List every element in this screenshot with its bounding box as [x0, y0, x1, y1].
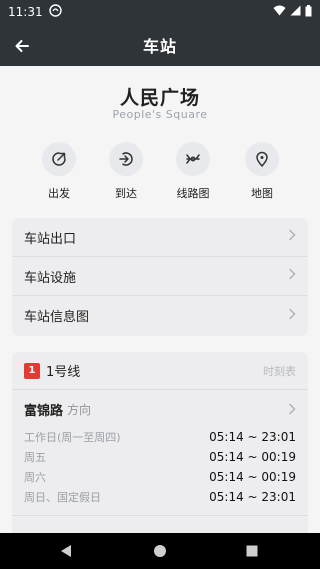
chevron-right-icon	[288, 229, 296, 245]
arrow-left-icon	[15, 40, 29, 52]
schedule-day: 周六	[24, 471, 46, 484]
schedule-row: 周六 05:14 ~ 00:19	[12, 467, 308, 487]
schedule-time: 05:14 ~ 23:01	[209, 430, 296, 444]
page-title: 车站	[142, 37, 177, 56]
station-name: 人民广场	[119, 87, 200, 109]
chevron-right-icon	[288, 308, 296, 324]
depart-label: 出发	[48, 187, 70, 200]
depart-button[interactable]: 出发	[24, 142, 94, 202]
back-button[interactable]	[10, 34, 34, 58]
menu-item-label: 车站出口	[24, 231, 77, 247]
wifi-icon	[273, 5, 286, 19]
route-map-icon	[176, 142, 210, 176]
schedule-time: 05:14 ~ 00:19	[209, 450, 296, 464]
schedule-day: 工作日(周一至周四)	[24, 431, 121, 444]
route-map-label: 线路图	[176, 187, 210, 200]
line-badge: 1	[24, 362, 40, 379]
app-bar: 车站	[0, 24, 320, 66]
direction-suffix: 方向	[67, 402, 92, 417]
schedule-day: 周日、国定假日	[24, 491, 101, 504]
signal-icon	[290, 5, 301, 19]
nav-home-button[interactable]	[152, 543, 168, 559]
menu-item-label: 车站信息图	[24, 310, 90, 325]
status-time: 11:31	[8, 5, 43, 19]
station-content: 人民广场 People's Square 出发 到达 线路图 地图 车站出口 车…	[0, 66, 320, 533]
menu-item-station-facilities[interactable]: 车站设施	[12, 257, 308, 296]
schedule-time: 05:14 ~ 00:19	[209, 470, 296, 484]
arrive-label: 到达	[115, 187, 137, 200]
direction-name: 富锦路	[24, 403, 64, 419]
station-menu: 车站出口 车站设施 车站信息图	[12, 218, 308, 336]
direction-row[interactable]: 富锦路 方向	[12, 398, 308, 420]
quick-actions: 出发 到达 线路图 地图	[0, 142, 320, 202]
nav-back-button[interactable]	[58, 543, 74, 559]
arrive-button[interactable]: 到达	[91, 142, 161, 202]
schedule-day: 周五	[24, 451, 46, 464]
menu-item-label: 车站设施	[24, 270, 77, 286]
circle-home-icon	[154, 545, 166, 557]
menu-item-station-exits[interactable]: 车站出口	[12, 218, 308, 257]
divider	[12, 515, 308, 516]
triangle-back-icon	[61, 545, 71, 557]
arrive-icon	[109, 142, 143, 176]
status-bar: 11:31	[0, 0, 320, 24]
battery-icon	[305, 4, 312, 20]
station-name-english: People's Square	[112, 108, 208, 121]
schedule-row: 周五 05:14 ~ 00:19	[12, 447, 308, 467]
map-button[interactable]: 地图	[227, 142, 297, 202]
line-card: 1 1号线 时刻表 富锦路 方向 工作日(周一至周四) 05:14 ~ 23:0…	[12, 352, 308, 533]
map-label: 地图	[251, 187, 273, 200]
line-name: 1号线	[46, 365, 81, 380]
chevron-right-icon	[288, 400, 296, 419]
square-recents-icon	[246, 545, 258, 557]
notification-icon	[48, 4, 62, 20]
line-header: 1 1号线 时刻表	[12, 352, 308, 390]
route-map-button[interactable]: 线路图	[158, 142, 228, 202]
system-nav-bar	[0, 533, 320, 569]
timetable-link[interactable]: 时刻表	[263, 363, 296, 379]
chevron-right-icon	[288, 268, 296, 284]
schedule-time: 05:14 ~ 23:01	[209, 490, 296, 504]
schedule-row: 工作日(周一至周四) 05:14 ~ 23:01	[12, 427, 308, 447]
nav-recents-button[interactable]	[244, 543, 260, 559]
schedule-row: 周日、国定假日 05:14 ~ 23:01	[12, 487, 308, 507]
depart-icon	[42, 142, 76, 176]
menu-item-station-info-map[interactable]: 车站信息图	[12, 296, 308, 335]
map-pin-icon	[245, 142, 279, 176]
